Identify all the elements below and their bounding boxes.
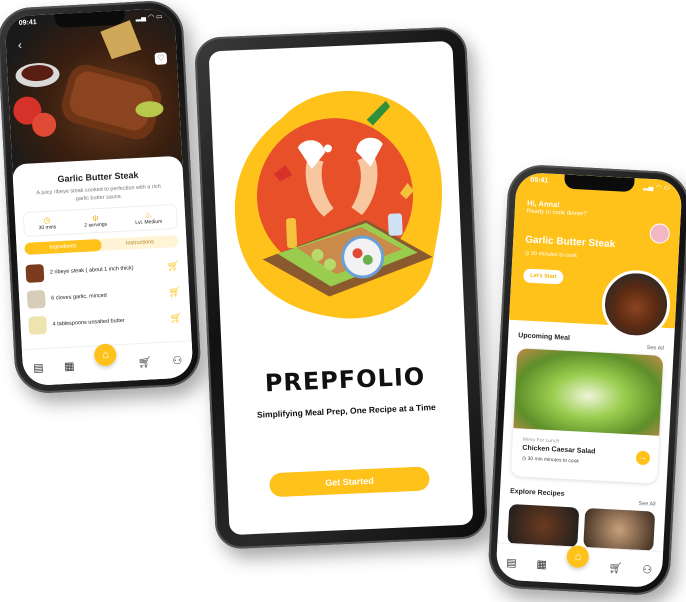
nav-recipes-icon[interactable]: ▤ — [506, 555, 517, 569]
recipe-description: A juicy ribeye steak cooked to perfectio… — [36, 183, 161, 203]
tagline: Simplifying Meal Prep, One Recipe at a T… — [256, 401, 436, 420]
explore-heading: Explore Recipes — [509, 488, 565, 498]
steak-hero-image: ‹ ♡ — [4, 7, 183, 177]
meal-time-row: ◷ 30 min minutes to cook — [522, 456, 579, 465]
get-started-button[interactable]: Get Started — [269, 466, 430, 498]
arrow-right-icon[interactable]: → — [635, 450, 651, 466]
left-phone: 09:41 ▂▄ ◠ ▭ ‹ ♡ Garlic Butter Steak A j… — [0, 0, 202, 395]
tab-ingredients[interactable]: Ingredients — [24, 238, 102, 255]
add-to-cart-icon[interactable]: 🛒︎ — [168, 286, 181, 298]
brand-logo: PREPFOLIO — [264, 362, 426, 398]
stat-label: Lvl. Medium — [135, 218, 163, 227]
nav-home-icon[interactable]: ⌂ — [94, 343, 118, 367]
greeting: Hi, Anna! — [526, 198, 561, 210]
status-time: 09:41 — [18, 19, 37, 27]
stat-label: 30 mins — [38, 224, 57, 232]
caesar-salad-image — [513, 348, 664, 436]
clock-icon: ◷ — [521, 455, 527, 462]
right-phone: 09:41 ▂▄ ◠ ▭ Hi, Anna! Ready to cook din… — [487, 163, 686, 597]
tab-instructions[interactable]: Instructions — [101, 235, 179, 251]
stat-time: ◷ 30 mins — [38, 215, 57, 232]
upcoming-meal-card[interactable]: Menu For Lunch Chicken Caesar Salad ◷ 30… — [510, 348, 664, 484]
explore-recipe-card[interactable] — [583, 507, 656, 552]
ingredient-thumb — [25, 264, 45, 283]
add-to-cart-icon[interactable]: 🛒︎ — [167, 260, 180, 272]
explore-recipe-card[interactable] — [507, 504, 580, 548]
back-chevron-icon[interactable]: ‹ — [18, 38, 23, 52]
nav-home-icon[interactable]: ⌂ — [566, 545, 590, 569]
meal-title: Chicken Caesar Salad — [522, 444, 596, 456]
see-all-upcoming-link[interactable]: See All — [646, 345, 663, 352]
upcoming-heading: Upcoming Meal — [518, 332, 571, 342]
stat-label: 2 servings — [84, 221, 108, 229]
lets-start-button[interactable]: Let's Start — [523, 268, 564, 285]
nav-calendar-icon[interactable]: ▦ — [536, 557, 547, 571]
status-time: 09:41 — [530, 176, 549, 185]
recipe-stats: ◷ 30 mins ψ 2 servings ♨ Lvl. Medium — [22, 203, 178, 237]
ingredient-thumb — [26, 289, 46, 309]
add-to-cart-icon[interactable]: 🛒︎ — [169, 312, 182, 324]
left-phone-screen: 09:41 ▂▄ ◠ ▭ ‹ ♡ Garlic Butter Steak A j… — [4, 7, 194, 387]
clock-icon: ◷ — [524, 250, 530, 257]
see-all-explore-link[interactable]: See All — [638, 501, 655, 508]
nav-profile-icon[interactable]: ⚇ — [642, 563, 653, 577]
status-icons: ▂▄ ◠ ▭ — [643, 183, 671, 192]
status-icons: ▂▄ ◠ ▭ — [135, 13, 163, 22]
nav-cart-icon[interactable]: 🛒︎ — [137, 355, 153, 369]
ingredient-label: 6 cloves garlic, minced — [51, 292, 107, 302]
ingredient-list: 2 ribeye steak ( about 1 inch thick) 🛒︎ … — [25, 253, 183, 339]
stat-level: ♨ Lvl. Medium — [135, 210, 163, 227]
nav-calendar-icon[interactable]: ▦ — [64, 359, 75, 373]
meal-category: Menu For Lunch — [522, 436, 560, 445]
ingredient-label: 2 ribeye steak ( about 1 inch thick) — [49, 264, 134, 276]
ingredient-thumb — [28, 315, 48, 335]
meal-time: 30 min minutes to cook — [527, 455, 580, 465]
nav-cart-icon[interactable]: 🛒︎ — [608, 561, 623, 575]
right-phone-screen: 09:41 ▂▄ ◠ ▭ Hi, Anna! Ready to cook din… — [495, 171, 683, 589]
nav-recipes-icon[interactable]: ▤ — [33, 361, 44, 375]
steak-illustration — [13, 20, 164, 140]
ingredient-label: 4 tablespoons unsalted butter — [52, 317, 125, 328]
stat-servings: ψ 2 servings — [84, 213, 108, 229]
nav-profile-icon[interactable]: ⚇ — [172, 353, 182, 367]
cooking-illustration — [234, 90, 443, 319]
tablet-screen: PREPFOLIO Simplifying Meal Prep, One Rec… — [208, 40, 474, 536]
tablet: PREPFOLIO Simplifying Meal Prep, One Rec… — [193, 26, 489, 550]
bookmark-icon[interactable]: ♡ — [154, 52, 168, 65]
recipe-tabs: Ingredients Instructions — [24, 234, 179, 255]
